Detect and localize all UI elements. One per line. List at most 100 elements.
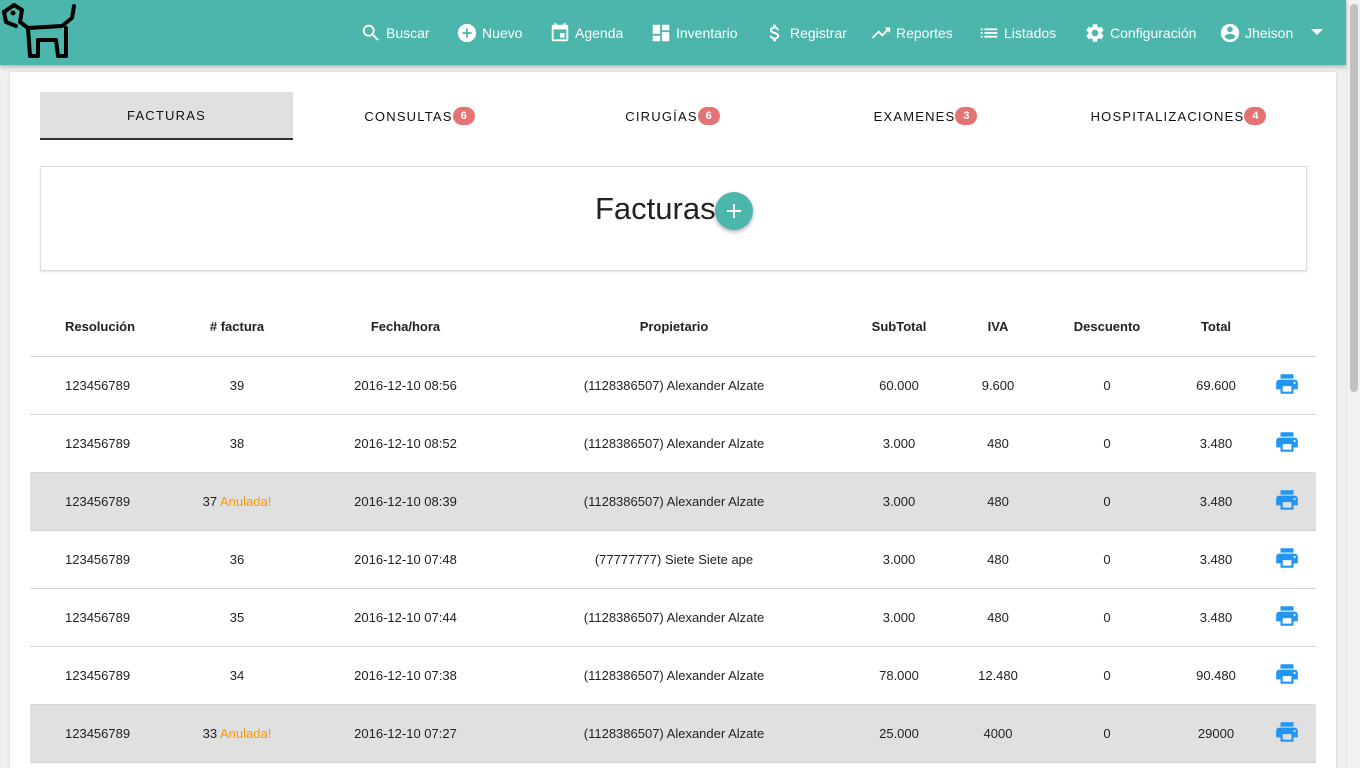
tab-cirugias-badge: 6 [697, 107, 720, 125]
cell-actions [1257, 530, 1316, 589]
tab-consultas[interactable]: CONSULTAS 6 [293, 92, 546, 140]
cell-actions [1257, 414, 1316, 473]
cell-resolucion: 123456789 [30, 356, 170, 415]
cell-resolucion: 123456789 [30, 588, 170, 647]
nav-nuevo-label: Nuevo [482, 24, 523, 41]
anulada-label: Anulada! [220, 725, 272, 741]
table-row: 123456789 33 Anulada! 2016-12-10 07:27 (112… [30, 704, 1316, 763]
plus-icon [727, 204, 741, 218]
print-icon [1275, 431, 1298, 452]
header-resolucion: Resolución [30, 298, 170, 357]
factura-number: 34 [229, 667, 245, 683]
cell-resolucion: 123456789 [30, 530, 170, 589]
cell-subtotal: 25.000 [841, 704, 957, 763]
print-button[interactable] [1274, 603, 1300, 629]
header-fecha: Fecha/hora [304, 298, 507, 357]
cell-descuento: 0 [1039, 704, 1175, 763]
cell-descuento: 0 [1039, 414, 1175, 473]
header-subtotal: SubTotal [841, 298, 957, 357]
tab-examenes-label: EXAMENES [873, 108, 956, 124]
cell-fecha: 2016-12-10 08:52 [304, 414, 507, 473]
cell-subtotal: 3.000 [841, 530, 957, 589]
factura-number: 35 [229, 609, 245, 625]
cell-actions [1257, 356, 1316, 415]
header-descuento: Descuento [1039, 298, 1175, 357]
cell-fecha: 2016-12-10 07:44 [304, 588, 507, 647]
nav-listados[interactable]: Listados [978, 0, 1056, 65]
tab-examenes[interactable]: EXAMENES 3 [799, 92, 1052, 140]
header-actions [1257, 298, 1316, 357]
cell-iva: 480 [957, 472, 1039, 531]
tab-hospitalizaciones[interactable]: HOSPITALIZACIONES 4 [1052, 92, 1305, 140]
nav-registrar-label: Registrar [790, 24, 847, 41]
nav-agenda[interactable]: Agenda [549, 0, 623, 65]
print-icon [1275, 605, 1298, 626]
cell-iva: 12.480 [957, 646, 1039, 705]
print-icon [1275, 547, 1298, 568]
dog-logo-icon[interactable] [0, 0, 82, 62]
tab-hospitalizaciones-label: HOSPITALIZACIONES [1090, 108, 1245, 124]
cell-descuento: 0 [1039, 472, 1175, 531]
cell-subtotal: 78.000 [841, 646, 957, 705]
nav-configuracion[interactable]: Configuración [1084, 0, 1196, 65]
print-button[interactable] [1274, 719, 1300, 745]
cell-total: 3.480 [1175, 588, 1257, 647]
dollar-icon [769, 24, 780, 41]
page-scrollbar[interactable] [1346, 0, 1360, 768]
cell-propietario: (1128386507) Alexander Alzate [507, 472, 841, 531]
cell-factura: 35 [170, 588, 304, 647]
print-icon [1275, 373, 1298, 394]
nav-user-menu[interactable]: Jheison [1219, 0, 1293, 65]
print-button[interactable] [1274, 429, 1300, 455]
tab-examenes-badge: 3 [955, 107, 978, 125]
add-factura-button[interactable] [715, 192, 753, 230]
cell-iva: 9.600 [957, 356, 1039, 415]
cell-subtotal: 3.000 [841, 414, 957, 473]
print-button[interactable] [1274, 371, 1300, 397]
cell-subtotal: 3.000 [841, 472, 957, 531]
cell-total: 3.480 [1175, 414, 1257, 473]
gear-icon [1086, 23, 1104, 42]
chevron-down-icon[interactable] [1311, 29, 1323, 35]
cell-factura: 39 [170, 356, 304, 415]
print-button[interactable] [1274, 487, 1300, 513]
scrollbar-thumb[interactable] [1350, 4, 1358, 392]
cell-subtotal: 60.000 [841, 356, 957, 415]
trending-up-icon [871, 27, 891, 38]
tab-cirugias[interactable]: CIRUGÍAS 6 [546, 92, 799, 140]
tab-facturas[interactable]: FACTURAS [40, 92, 293, 140]
cell-fecha: 2016-12-10 07:27 [304, 704, 507, 763]
print-button[interactable] [1274, 661, 1300, 687]
tab-cirugias-label: CIRUGÍAS [625, 108, 698, 124]
nav-inventario-label: Inventario [676, 24, 738, 41]
nav-reportes[interactable]: Reportes [870, 0, 953, 65]
table-row: 123456789 39 2016-12-10 08:56 (1128386507) … [30, 356, 1316, 415]
cell-resolucion: 123456789 [30, 472, 170, 531]
cell-total: 69.600 [1175, 356, 1257, 415]
factura-number: 36 [229, 551, 245, 567]
cell-subtotal: 3.000 [841, 588, 957, 647]
cell-iva: 4000 [957, 704, 1039, 763]
header-factura: # factura [170, 298, 304, 357]
print-button[interactable] [1274, 545, 1300, 571]
print-icon [1275, 721, 1298, 742]
search-icon [362, 24, 379, 41]
nav-buscar-label: Buscar [386, 24, 430, 41]
nav-registrar[interactable]: Registrar [764, 0, 847, 65]
cell-total: 90.480 [1175, 646, 1257, 705]
print-icon [1275, 489, 1298, 510]
cell-factura: 37 Anulada! [170, 472, 304, 531]
table-row: 123456789 34 2016-12-10 07:38 (1128386507) … [30, 646, 1316, 705]
cell-fecha: 2016-12-10 08:39 [304, 472, 507, 531]
cell-factura: 38 [170, 414, 304, 473]
nav-inventario[interactable]: Inventario [650, 0, 737, 65]
cell-resolucion: 123456789 [30, 704, 170, 763]
cell-actions [1257, 472, 1316, 531]
header-iva: IVA [957, 298, 1039, 357]
list-icon [980, 27, 998, 38]
tab-facturas-label: FACTURAS [127, 107, 206, 123]
nav-buscar[interactable]: Buscar [360, 0, 430, 65]
cell-actions [1257, 704, 1316, 763]
cell-total: 3.480 [1175, 472, 1257, 531]
nav-nuevo[interactable]: Nuevo [456, 0, 522, 65]
